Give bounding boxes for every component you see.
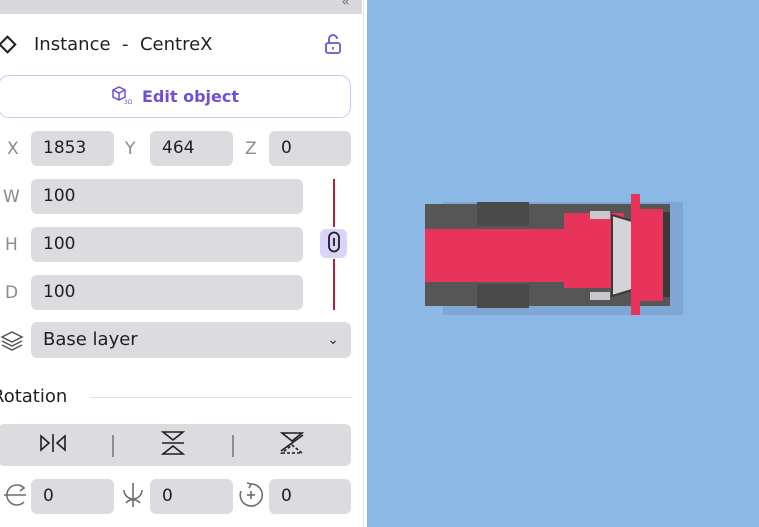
flip-vertical-button[interactable]	[143, 424, 203, 466]
edit-object-button[interactable]: 3D Edit object	[0, 75, 351, 118]
chevron-down-icon: ⌄	[327, 332, 339, 348]
flip-horizontal-icon	[38, 432, 68, 458]
selected-vehicle-object[interactable]	[367, 0, 759, 527]
instance-kind: Instance	[34, 34, 111, 55]
cube-3d-icon: 3D	[110, 85, 133, 109]
instance-separator: -	[122, 34, 129, 55]
vehicle-bumper	[663, 212, 670, 297]
rotate-x-icon	[2, 481, 28, 513]
flip-depth-icon	[278, 429, 306, 461]
layers-icon	[0, 330, 24, 356]
flip-depth-button[interactable]	[262, 424, 322, 466]
position-z-input[interactable]: 0	[269, 131, 351, 166]
instance-title: Instance - CentreX	[34, 34, 213, 55]
w-label: W	[3, 187, 20, 207]
z-label: Z	[245, 139, 257, 159]
edit-object-label: Edit object	[142, 87, 239, 106]
x-label: X	[7, 139, 19, 159]
instance-name: CentreX	[139, 34, 213, 55]
rotation-x-input[interactable]: 0	[31, 479, 114, 514]
vehicle-crossbar	[631, 194, 640, 315]
size-d-input[interactable]: 100	[31, 275, 303, 310]
y-label: Y	[125, 139, 136, 159]
rotate-z-icon	[237, 481, 265, 513]
vehicle-bed	[425, 229, 565, 282]
proportion-link-line-bottom	[333, 259, 335, 310]
lock-proportions-button[interactable]	[320, 229, 347, 258]
size-w-input[interactable]: 100	[31, 179, 303, 214]
size-h-input[interactable]: 100	[31, 227, 303, 262]
d-label: D	[5, 283, 19, 303]
position-y-input[interactable]: 464	[150, 131, 233, 166]
layer-select-value: Base layer	[43, 329, 138, 350]
collapse-icon[interactable]: «	[341, 0, 350, 10]
vehicle-mirror	[590, 211, 610, 219]
rotation-z-input[interactable]: 0	[269, 479, 351, 514]
instance-diamond-icon	[0, 35, 17, 54]
rotation-heading: Rotation	[0, 386, 68, 407]
flip-horizontal-button[interactable]	[23, 424, 83, 466]
vehicle-mirror	[590, 292, 610, 300]
rotation-y-input[interactable]: 0	[150, 479, 233, 514]
vehicle-windshield	[611, 213, 633, 298]
viewport-canvas[interactable]	[367, 0, 759, 527]
position-x-input[interactable]: 1853	[31, 131, 114, 166]
vehicle-wheel	[477, 284, 529, 308]
svg-text:3D: 3D	[124, 99, 132, 105]
h-label: H	[5, 235, 18, 255]
rotation-divider	[90, 397, 352, 398]
rotate-y-icon	[119, 481, 147, 513]
proportion-link-line-top	[333, 179, 335, 227]
mirror-separator	[112, 435, 114, 457]
chain-link-icon	[327, 231, 341, 257]
instance-header: Instance - CentreX	[0, 26, 362, 64]
flip-vertical-icon	[160, 429, 186, 461]
panel-header-bar: «	[0, 0, 362, 14]
properties-panel: « Instance - CentreX 3D Edit object X 18…	[0, 0, 364, 527]
unlock-icon[interactable]	[323, 33, 343, 59]
mirror-toolbar	[0, 424, 351, 466]
mirror-separator	[232, 435, 234, 457]
layer-select[interactable]: Base layer ⌄	[31, 322, 351, 358]
vehicle-wheel	[477, 202, 529, 226]
